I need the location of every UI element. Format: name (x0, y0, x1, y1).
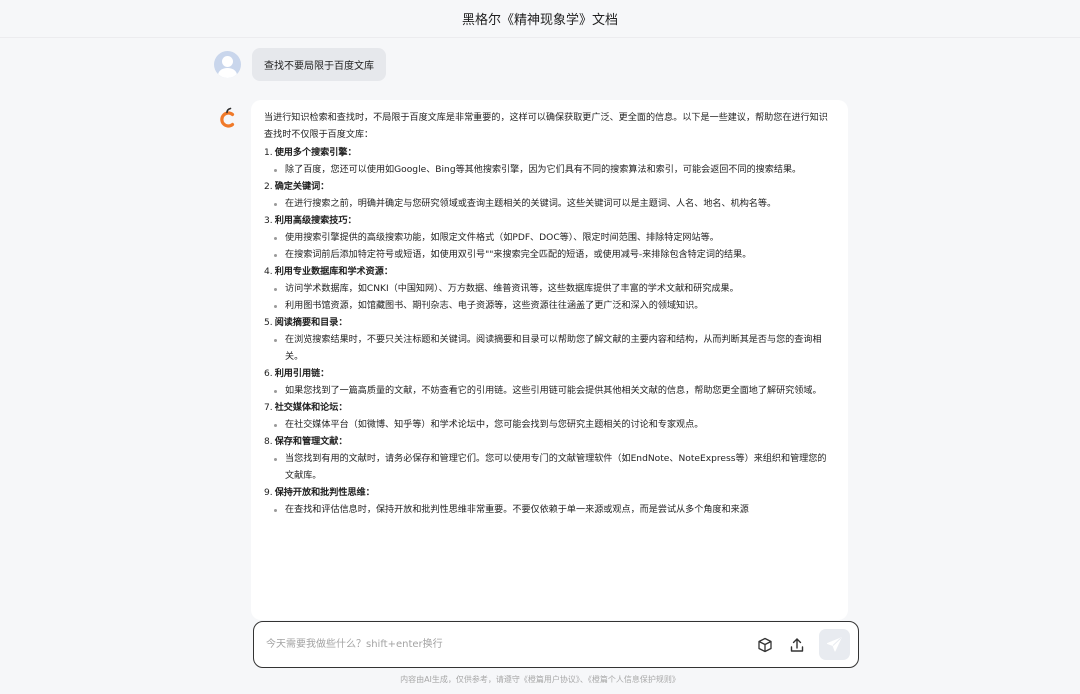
section-heading: 7. 社交媒体和论坛： (264, 400, 835, 417)
section-number: 7. (264, 403, 273, 413)
answer-section: 2. 确定关键词： 在进行搜索之前，明确并确定与您研究领域或查询主题相关的关键词。这… (264, 179, 835, 213)
section-bullet: 在进行搜索之前，明确并确定与您研究领域或查询主题相关的关键词。这些关键词可以是主… (264, 196, 835, 213)
answer-section: 3. 利用高级搜索技巧： 使用搜索引擎提供的高级搜索功能，如限定文件格式（如PDF、… (264, 213, 835, 264)
section-number: 1. (264, 148, 273, 158)
section-title: 保持开放和批判性思维： (274, 488, 375, 498)
section-bullet: 如果您找到了一篇高质量的文献，不妨查看它的引用链。这些引用链可能会提供其他相关文… (264, 383, 835, 400)
bot-logo-icon (216, 106, 238, 130)
section-number: 6. (264, 369, 273, 379)
cube-icon (758, 637, 772, 652)
assistant-answer: 当进行知识检索和查找时，不局限于百度文库是非常重要的，这样可以确保获取更广泛、更… (251, 100, 848, 620)
user-avatar (214, 51, 241, 78)
section-number: 4. (264, 267, 273, 277)
answer-section: 4. 利用专业数据库和学术资源： 访问学术数据库，如CNKI（中国知网）、万方数据、… (264, 264, 835, 315)
answer-section: 8. 保存和管理文献： 当您找到有用的文献时，请务必保存和管理它们。您可以使用专门的… (264, 434, 835, 485)
section-bullet: 使用搜索引擎提供的高级搜索功能，如限定文件格式（如PDF、DOC等）、限定时间范… (264, 230, 835, 247)
section-title: 利用专业数据库和学术资源： (274, 267, 393, 277)
answer-section: 6. 利用引用链： 如果您找到了一篇高质量的文献，不妨查看它的引用链。这些引用链可能… (264, 366, 835, 400)
section-number: 9. (264, 488, 273, 498)
document-title: 黑格尔《精神现象学》文档 (461, 13, 618, 28)
section-heading: 2. 确定关键词： (264, 179, 835, 196)
section-heading: 3. 利用高级搜索技巧： (264, 213, 835, 230)
section-bullet: 当您找到有用的文献时，请务必保存和管理它们。您可以使用专门的文献管理软件（如En… (264, 451, 835, 485)
chat-input-box[interactable] (253, 621, 859, 668)
chat-input[interactable] (266, 629, 745, 660)
answer-sections: 1. 使用多个搜索引擎： 除了百度，您还可以使用如Google、Bing等其他搜索引… (264, 145, 835, 519)
section-title: 确定关键词： (274, 182, 330, 192)
send-icon (827, 637, 842, 652)
section-title: 社交媒体和论坛： (274, 403, 348, 413)
upload-icon (790, 637, 804, 652)
section-bullet: 在浏览搜索结果时，不要只关注标题和关键词。阅读摘要和目录可以帮助您了解文献的主要… (264, 332, 835, 366)
section-bullet: 访问学术数据库，如CNKI（中国知网）、万方数据、维普资讯等，这些数据库提供了丰… (264, 281, 835, 298)
section-number: 8. (264, 437, 273, 447)
section-number: 5. (264, 318, 273, 328)
section-heading: 1. 使用多个搜索引擎： (264, 145, 835, 162)
attach-button[interactable] (753, 633, 777, 657)
user-message-row: 查找不要局限于百度文库 (214, 48, 386, 81)
section-title: 利用高级搜索技巧： (274, 216, 357, 226)
section-bullet: 除了百度，您还可以使用如Google、Bing等其他搜索引擎，因为它们具有不同的… (264, 162, 835, 179)
section-number: 3. (264, 216, 273, 226)
section-bullet: 在搜索词前后添加特定符号或短语，如使用双引号""来搜索完全匹配的短语，或使用减号… (264, 247, 835, 264)
section-title: 阅读摘要和目录： (274, 318, 348, 328)
send-button[interactable] (819, 629, 850, 660)
section-title: 使用多个搜索引擎： (274, 148, 357, 158)
section-number: 2. (264, 182, 273, 192)
footer-disclaimer: 内容由AI生成，仅供参考，请遵守《橙篇用户协议》、《橙篇个人信息保护规则》 (400, 675, 680, 684)
user-message-bubble: 查找不要局限于百度文库 (252, 48, 386, 81)
answer-section: 7. 社交媒体和论坛： 在社交媒体平台（如微博、知乎等）和学术论坛中，您可能会找到与… (264, 400, 835, 434)
section-bullet: 在社交媒体平台（如微博、知乎等）和学术论坛中，您可能会找到与您研究主题相关的讨论… (264, 417, 835, 434)
top-bar: 黑格尔《精神现象学》文档 (0, 0, 1080, 38)
section-heading: 5. 阅读摘要和目录： (264, 315, 835, 332)
section-heading: 4. 利用专业数据库和学术资源： (264, 264, 835, 281)
section-title: 保存和管理文献： (274, 437, 348, 447)
section-heading: 6. 利用引用链： (264, 366, 835, 383)
section-bullet: 在查找和评估信息时，保持开放和批判性思维非常重要。不要仅依赖于单一来源或观点，而… (264, 502, 835, 519)
answer-intro: 当进行知识检索和查找时，不局限于百度文库是非常重要的，这样可以确保获取更广泛、更… (264, 113, 828, 140)
upload-button[interactable] (785, 633, 809, 657)
section-heading: 9. 保持开放和批判性思维： (264, 485, 835, 502)
answer-section: 5. 阅读摘要和目录： 在浏览搜索结果时，不要只关注标题和关键词。阅读摘要和目录可以… (264, 315, 835, 366)
section-bullet: 利用图书馆资源，如馆藏图书、期刊杂志、电子资源等，这些资源往往涵盖了更广泛和深入… (264, 298, 835, 315)
answer-section: 9. 保持开放和批判性思维： 在查找和评估信息时，保持开放和批判性思维非常重要。不要… (264, 485, 835, 519)
answer-section: 1. 使用多个搜索引擎： 除了百度，您还可以使用如Google、Bing等其他搜索引… (264, 145, 835, 179)
section-heading: 8. 保存和管理文献： (264, 434, 835, 451)
section-title: 利用引用链： (274, 369, 330, 379)
